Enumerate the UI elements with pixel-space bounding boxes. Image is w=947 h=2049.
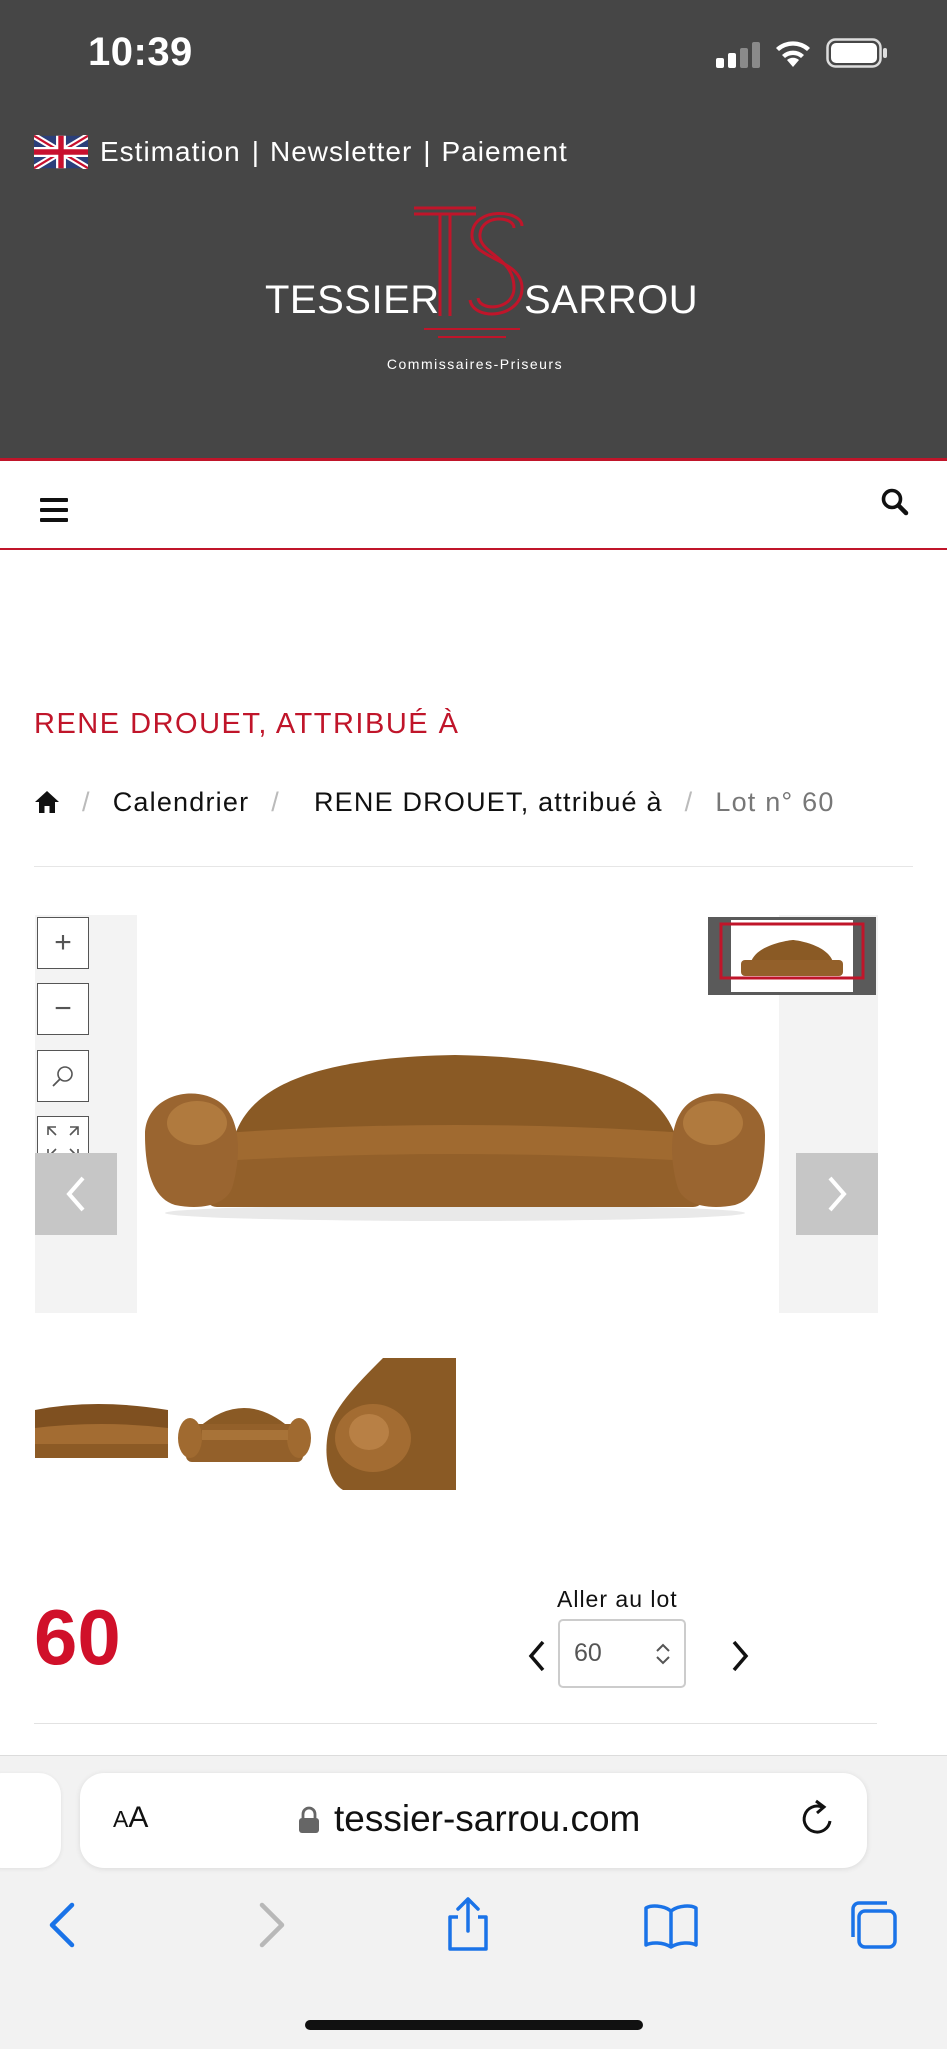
cellular-signal-icon: [716, 42, 760, 68]
link-paiement[interactable]: Paiement: [442, 136, 568, 168]
viewer-next-button[interactable]: [796, 1153, 878, 1235]
forward-icon[interactable]: [242, 1897, 298, 1953]
breadcrumb-separator: /: [271, 786, 280, 817]
image-viewer[interactable]: + −: [35, 915, 878, 1313]
site-logo[interactable]: TESSIER SARROU Commissaires-Priseurs: [260, 200, 698, 380]
viewer-navigator[interactable]: [708, 917, 876, 995]
logo-underline: [438, 336, 506, 338]
top-links: Estimation | Newsletter | Paiement: [34, 130, 568, 174]
breadcrumb-sale[interactable]: RENE DROUET, attribué à: [314, 787, 663, 818]
lock-icon: [299, 1806, 319, 1833]
nav-bar-border: [0, 548, 947, 550]
breadcrumb-calendrier[interactable]: Calendrier: [113, 787, 250, 818]
text-size-button[interactable]: AA: [113, 1801, 148, 1835]
text-size-small-a: A: [113, 1806, 129, 1832]
divider: [34, 1723, 877, 1724]
breadcrumb: / Calendrier / RENE DROUET, attribué à /…: [34, 782, 835, 822]
goto-lot-value: 60: [574, 1639, 602, 1667]
breadcrumb-current-lot: Lot n° 60: [715, 786, 835, 817]
logo-tagline: Commissaires-Priseurs: [386, 356, 564, 372]
breadcrumb-separator: /: [684, 786, 694, 817]
uk-flag-icon[interactable]: [34, 135, 88, 169]
thumbnail-2[interactable]: [178, 1358, 311, 1490]
previous-lot-icon[interactable]: [525, 1638, 549, 1674]
chevron-right-icon: [828, 1176, 847, 1212]
breadcrumb-separator: /: [82, 786, 91, 817]
link-separator: |: [423, 136, 431, 167]
lot-number: 60: [34, 1593, 121, 1681]
status-time: 10:39: [88, 30, 193, 74]
home-icon[interactable]: [34, 790, 60, 814]
next-lot-icon[interactable]: [728, 1638, 752, 1674]
logo-name-left: TESSIER: [265, 278, 440, 322]
back-icon[interactable]: [36, 1897, 92, 1953]
menu-icon[interactable]: [40, 498, 68, 522]
logo-underline: [424, 328, 520, 330]
tabs-icon[interactable]: [845, 1897, 901, 1953]
text-size-large-a: A: [128, 1801, 149, 1834]
divider: [34, 866, 913, 867]
goto-lot-label: Aller au lot: [557, 1586, 678, 1612]
zoom-in-icon[interactable]: +: [37, 917, 89, 969]
thumbnail-3[interactable]: [323, 1358, 456, 1490]
search-icon[interactable]: [880, 487, 910, 517]
url-text[interactable]: tessier-sarrou.com: [334, 1798, 640, 1840]
share-icon[interactable]: [440, 1897, 496, 1953]
link-separator: |: [251, 136, 259, 167]
link-newsletter[interactable]: Newsletter: [270, 136, 412, 168]
page-title: RENE DROUET, ATTRIBUÉ À: [34, 708, 460, 740]
magnifier-icon[interactable]: [37, 1050, 89, 1102]
nav-bar: [0, 461, 947, 548]
reload-icon[interactable]: [798, 1797, 838, 1841]
bookmarks-icon[interactable]: [643, 1897, 699, 1953]
home-indicator: [305, 2020, 643, 2030]
chevron-left-icon: [66, 1176, 85, 1212]
zoom-out-icon[interactable]: −: [37, 983, 89, 1035]
link-estimation[interactable]: Estimation: [100, 136, 241, 168]
select-arrows-icon: [656, 1643, 670, 1665]
logo-name-right: SARROU: [524, 278, 699, 322]
previous-tab-peek[interactable]: [0, 1773, 61, 1868]
sofa-image[interactable]: [145, 1035, 765, 1225]
thumbnail-1[interactable]: [35, 1358, 168, 1490]
wifi-icon: [776, 41, 810, 67]
viewer-prev-button[interactable]: [35, 1153, 117, 1235]
battery-icon: [826, 38, 887, 68]
viewer-side-panel-left: [35, 915, 137, 1313]
goto-lot-select[interactable]: 60: [558, 1619, 686, 1688]
